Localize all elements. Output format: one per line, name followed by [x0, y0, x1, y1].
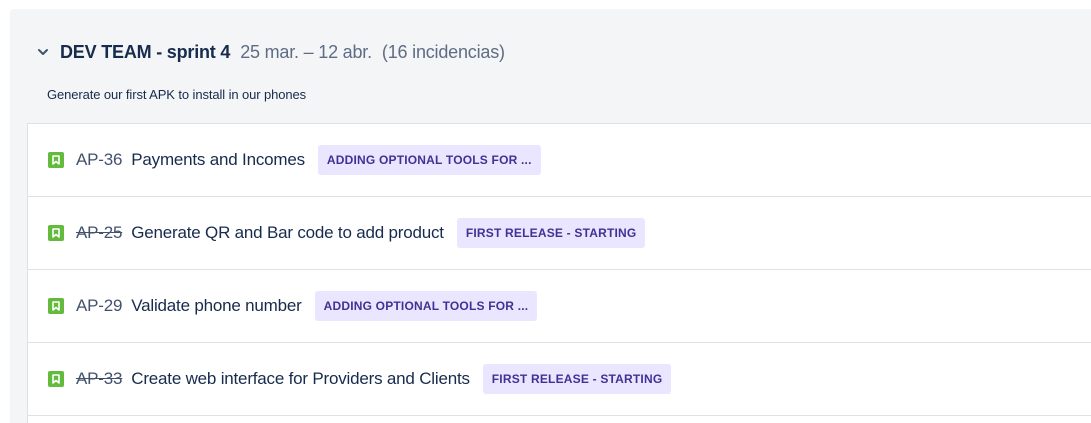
chevron-down-icon[interactable]: [36, 45, 50, 59]
epic-badge[interactable]: FIRST RELEASE - STARTING: [456, 218, 646, 248]
sprint-container: DEV TEAM - sprint 4 25 mar. – 12 abr. (1…: [10, 9, 1091, 423]
issue-key[interactable]: AP-29: [76, 296, 122, 316]
epic-badge[interactable]: ADDING OPTIONAL TOOLS FOR ...: [314, 291, 538, 321]
epic-badge[interactable]: FIRST RELEASE - STARTING: [482, 364, 672, 394]
issue-list: AP-36 Payments and Incomes ADDING OPTION…: [27, 123, 1091, 423]
epic-badge[interactable]: ADDING OPTIONAL TOOLS FOR ...: [317, 145, 541, 175]
sprint-goal: Generate our first APK to install in our…: [47, 87, 307, 102]
story-icon: [48, 152, 64, 168]
sprint-dates: 25 mar. – 12 abr.: [240, 41, 372, 62]
issue-key-done[interactable]: AP-33: [76, 369, 122, 389]
sprint-title-toggle[interactable]: DEV TEAM - sprint 4 25 mar. – 12 abr. (1…: [36, 39, 505, 65]
story-icon: [48, 298, 64, 314]
issue-row[interactable]: AP-33 Create web interface for Providers…: [28, 343, 1091, 416]
story-icon: [48, 371, 64, 387]
issue-summary: Payments and Incomes: [131, 150, 305, 169]
issue-row[interactable]: AP-29 Validate phone number ADDING OPTIO…: [28, 270, 1091, 343]
issue-key[interactable]: AP-36: [76, 150, 122, 170]
sprint-header: DEV TEAM - sprint 4 25 mar. – 12 abr. (1…: [10, 9, 1091, 123]
sprint-name: DEV TEAM - sprint 4: [60, 41, 231, 62]
story-icon: [48, 225, 64, 241]
sprint-issue-count: (16 incidencias): [381, 41, 505, 62]
issue-summary: Validate phone number: [131, 296, 302, 315]
issue-row[interactable]: AP-36 Payments and Incomes ADDING OPTION…: [28, 124, 1091, 197]
issue-summary: Create web interface for Providers and C…: [131, 369, 470, 388]
issue-summary: Generate QR and Bar code to add product: [131, 223, 444, 242]
issue-key-done[interactable]: AP-25: [76, 223, 122, 243]
backlog-page: DEV TEAM - sprint 4 25 mar. – 12 abr. (1…: [0, 0, 1091, 423]
issue-row[interactable]: AP-25 Generate QR and Bar code to add pr…: [28, 197, 1091, 270]
